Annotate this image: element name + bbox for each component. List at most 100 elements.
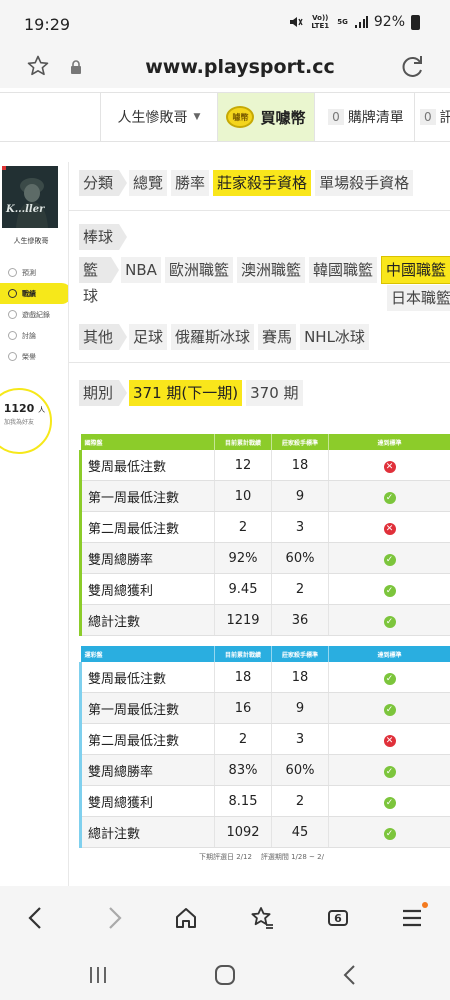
forward-button[interactable] <box>94 900 134 936</box>
divider <box>69 210 450 211</box>
criterion-name: 總計注數 <box>79 816 215 848</box>
period-371[interactable]: 371 期(下一期) <box>129 380 243 406</box>
table-row: 第一周最低注數 16 9 ✓ <box>79 692 450 724</box>
league-nba[interactable]: NBA <box>121 257 161 283</box>
buy-coins-label: 買噱幣 <box>260 108 306 127</box>
profile-sidebar: K...ller 人生慘敗哥 預測 戰績 遊戲紀錄 討論 榮譽 有 1120 人 <box>0 162 72 454</box>
back-button[interactable] <box>16 900 56 936</box>
criterion-name: 雙周總獲利 <box>79 573 215 605</box>
android-back-icon <box>343 965 355 985</box>
android-home-button[interactable] <box>205 960 245 990</box>
category-label: 分類 <box>79 170 128 196</box>
url-text[interactable]: www.playsport.cc <box>0 56 450 78</box>
current-record: 16 <box>214 692 272 724</box>
league-bleague[interactable]: 日本職籃 <box>387 285 450 311</box>
check-icon: ✓ <box>383 796 396 809</box>
basketball-row: 籃球 NBA 歐洲職籃 澳洲職籃 韓國職籃 中國職籃 <box>79 256 450 305</box>
coin-icon: 噱幣 <box>226 106 255 128</box>
table-row: 雙周總獲利 8.15 2 ✓ <box>79 785 450 817</box>
criterion-name: 總計注數 <box>79 604 215 636</box>
killer-standard: 18 <box>271 662 329 693</box>
category-filter-row: 分類 總覽 勝率 莊家殺手資格 單場殺手資格 <box>79 170 414 196</box>
cross-icon: ✕ <box>383 460 396 473</box>
divider <box>69 362 450 363</box>
category-win-rate[interactable]: 勝率 <box>171 170 210 196</box>
messages-label: 訊 <box>439 110 450 126</box>
browser-url-bar: www.playsport.cc <box>0 46 450 88</box>
status-bar: 19:29 Vo)) LTE1 5G 92% <box>0 0 450 46</box>
qualification-status: ✓ <box>328 785 450 817</box>
table-header-row: 運彩盤 目前累計戰績 莊家殺手標準 達到標準 <box>80 646 450 662</box>
qualification-status: ✓ <box>328 754 450 786</box>
status-time: 19:29 <box>24 15 71 34</box>
status-icons: Vo)) LTE1 5G 92% <box>289 14 420 30</box>
messages-link[interactable]: 0 訊 <box>416 93 450 141</box>
check-icon: ✓ <box>383 672 396 685</box>
android-back-button[interactable] <box>330 960 370 990</box>
killer-standard: 3 <box>271 723 329 755</box>
criterion-name: 第一周最低注數 <box>79 692 215 724</box>
qualification-status: ✕ <box>328 511 450 543</box>
sidebar-item-label: 榮譽 <box>22 352 36 361</box>
browser-toolbar: 6 <box>0 886 450 950</box>
current-record: 12 <box>214 450 272 481</box>
qualification-status: ✓ <box>328 662 450 693</box>
forward-icon <box>109 907 122 929</box>
qualification-status: ✓ <box>328 816 450 848</box>
column-header: 莊家殺手標準 <box>271 434 329 450</box>
sport-horse-racing[interactable]: 賽馬 <box>258 324 297 350</box>
sidebar-item-honor[interactable]: 榮譽 <box>0 346 72 367</box>
friends-count-badge[interactable]: 有 1120 人 加我為好友 <box>0 388 52 454</box>
avatar-caption: K...ller <box>6 204 45 215</box>
mute-icon <box>290 17 303 27</box>
sidebar-item-game-log[interactable]: 遊戲紀錄 <box>0 304 72 325</box>
league-kbl[interactable]: 韓國職籃 <box>308 257 377 283</box>
current-record: 2 <box>214 723 272 755</box>
sport-soccer[interactable]: 足球 <box>129 324 168 350</box>
column-header: 目前累計戰績 <box>214 434 272 450</box>
league-nbl[interactable]: 澳洲職籃 <box>236 257 305 283</box>
period-370[interactable]: 370 期 <box>246 380 303 406</box>
android-home-icon <box>215 965 235 985</box>
tabs-button[interactable]: 6 <box>318 900 358 936</box>
baseball-label: 棒球 <box>79 224 128 250</box>
column-header: 達到標準 <box>328 434 450 450</box>
cross-icon: ✕ <box>383 734 396 747</box>
category-overview[interactable]: 總覽 <box>129 170 168 196</box>
league-cba[interactable]: 中國職籃 <box>380 256 450 284</box>
user-menu[interactable]: 人生慘敗哥 ▼ <box>100 93 218 141</box>
qualification-status: ✓ <box>328 480 450 512</box>
table-row: 雙周總勝率 83% 60% ✓ <box>79 754 450 786</box>
check-icon: ✓ <box>383 827 396 840</box>
menu-button[interactable] <box>392 900 432 936</box>
reload-icon[interactable] <box>400 54 426 80</box>
purchase-list-link[interactable]: 0 購牌清單 <box>318 93 415 141</box>
category-single-killer[interactable]: 單場殺手資格 <box>315 170 414 196</box>
discussion-icon <box>8 331 17 340</box>
sidebar-item-label: 戰績 <box>22 289 36 298</box>
killer-standard: 45 <box>271 816 329 848</box>
bookmarks-button[interactable] <box>242 900 282 936</box>
recent-apps-button[interactable] <box>78 960 118 990</box>
period-label: 期別 <box>79 380 128 406</box>
sport-nhl[interactable]: NHL冰球 <box>300 324 369 350</box>
home-button[interactable] <box>166 900 206 936</box>
sport-khl[interactable]: 俄羅斯冰球 <box>171 324 255 350</box>
sidebar-item-label: 討論 <box>22 331 36 340</box>
qualification-status: ✓ <box>328 573 450 605</box>
category-bookie-killer[interactable]: 莊家殺手資格 <box>213 170 312 196</box>
sidebar-item-predict[interactable]: 預測 <box>0 262 72 283</box>
cross-icon: ✕ <box>383 522 396 535</box>
site-top-nav: 人生慘敗哥 ▼ 噱幣 買噱幣 0 購牌清單 0 訊 <box>0 92 450 142</box>
avatar[interactable]: K...ller <box>2 166 58 228</box>
column-header: 國際盤 <box>80 434 215 450</box>
buy-coins-button[interactable]: 噱幣 買噱幣 <box>218 93 315 141</box>
sidebar-item-discussion[interactable]: 討論 <box>0 325 72 346</box>
sidebar-item-record[interactable]: 戰績 <box>0 283 72 304</box>
evaluation-footnote: 下期評選日 2/12 評選期間 1/28 ~ 2/ <box>199 852 324 862</box>
league-euroleague[interactable]: 歐洲職籃 <box>164 257 233 283</box>
caret-down-icon: ▼ <box>193 112 201 122</box>
friends-count-suffix: 人 <box>38 406 46 414</box>
home-icon <box>176 908 196 928</box>
main-content: 分類 總覽 勝率 莊家殺手資格 單場殺手資格 棒球 籃球 NBA 歐洲職籃 澳洲… <box>68 162 450 886</box>
